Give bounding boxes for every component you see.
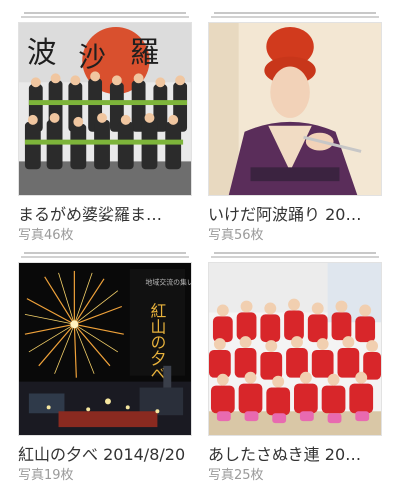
album-title: まるがめ婆娑羅ま…	[18, 205, 163, 224]
album-card[interactable]: いけだ阿波踊り 20… 写真56枚	[208, 12, 382, 244]
album-title: あしたさぬき連 20…	[208, 445, 362, 464]
album-title: 紅山の夕べ 2014/8/20	[18, 445, 186, 464]
svg-text:沙: 沙	[78, 40, 106, 73]
album-stack-lines	[18, 252, 192, 262]
album-card[interactable]: 地域交流の集い 紅山の夕べ 紅山の夕べ 2014/8/20 写真19枚	[18, 252, 192, 484]
dance-team-photo-icon[interactable]: 波 沙 羅	[18, 22, 192, 196]
album-stack-lines	[18, 12, 192, 22]
kimono-portrait-photo-icon[interactable]	[208, 22, 382, 196]
album-card[interactable]: 波 沙 羅 まるがめ婆娑羅ま… 写真46枚	[18, 12, 192, 244]
group-red-shirts-photo-icon[interactable]	[208, 262, 382, 436]
album-photo-count: 写真56枚	[208, 228, 264, 243]
album-photo-count: 写真19枚	[18, 468, 74, 483]
album-stack-lines	[208, 12, 382, 22]
svg-text:地域交流の集い: 地域交流の集い	[146, 278, 191, 287]
svg-text:波: 波	[27, 35, 57, 70]
album-title: いけだ阿波踊り 20…	[208, 205, 362, 224]
album-grid: 波 沙 羅 まるがめ婆娑羅ま… 写真46枚 いけだ阿波踊り 20… 写真56枚 …	[0, 0, 400, 484]
album-photo-count: 写真25枚	[208, 468, 264, 483]
album-stack-lines	[208, 252, 382, 262]
album-photo-count: 写真46枚	[18, 228, 74, 243]
svg-text:羅: 羅	[130, 35, 160, 70]
album-card[interactable]: あしたさぬき連 20… 写真25枚	[208, 252, 382, 484]
fireworks-poster-icon[interactable]: 地域交流の集い 紅山の夕べ	[18, 262, 192, 436]
